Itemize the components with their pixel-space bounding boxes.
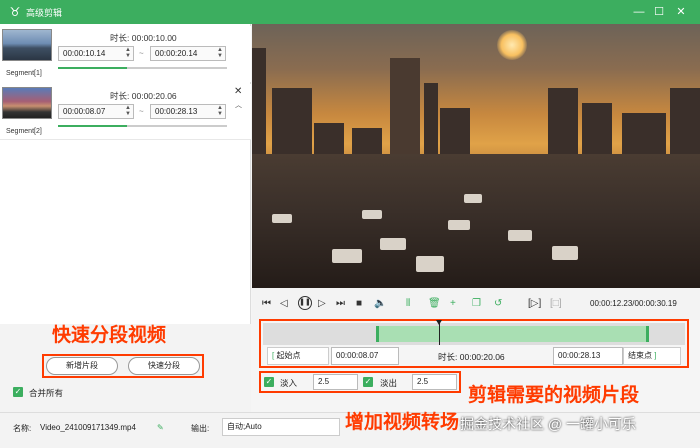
fade-out-input[interactable]: 2.5 (412, 374, 457, 390)
close-button[interactable]: ✕ (672, 4, 690, 20)
new-segment-button[interactable]: 新增片段 (46, 357, 118, 375)
split-icon[interactable]: ⫴ (406, 298, 410, 310)
car (332, 249, 362, 263)
segment-end-input[interactable]: 00:00:28.13 ▲ ▼ (150, 104, 226, 119)
trim-end-input[interactable]: 00:00:28.13 (553, 347, 623, 365)
volume-icon[interactable]: 🔈 (374, 298, 386, 310)
trim-duration: 时长: 00:00:20.06 (438, 352, 505, 362)
segment-progress (58, 125, 227, 127)
close-icon[interactable]: ✕ (234, 86, 242, 97)
chevron-up-icon[interactable]: ︿ (235, 100, 242, 110)
timeline-selection[interactable] (376, 326, 649, 342)
trim-row: [ 起始点 00:00:08.07 时长: 00:00:20.06 00:00:… (263, 347, 685, 365)
segment-end-input[interactable]: 00:00:20.14 ▲ ▼ (150, 46, 226, 61)
car (380, 238, 406, 250)
playback-controls: ⏮ ◁ ❚❚ ▷ ⏭ ■ 🔈 ⫴ 🗑 + ❐ ↺ [▷] [□] 00:00:1… (252, 288, 700, 320)
video-preview[interactable] (252, 24, 700, 288)
segment-thumbnail (2, 87, 52, 119)
car (362, 210, 382, 219)
segment-item[interactable]: Segment[1] 时长: 00:00:10.00 00:00:10.14 ▲ ▼… (0, 26, 251, 82)
annotation-edit-clip: 剪辑需要的视频片段 (468, 384, 640, 406)
video-road (252, 154, 700, 288)
car (464, 194, 482, 203)
quick-split-button[interactable]: 快速分段 (128, 357, 200, 375)
playhead[interactable] (436, 320, 442, 345)
maximize-button[interactable]: ☐ (650, 4, 668, 20)
title-bar: ♉ 高级剪辑 — ☐ ✕ (0, 0, 700, 24)
car (552, 246, 578, 260)
set-start-button[interactable]: [ 起始点 (267, 347, 329, 365)
skip-to-end-icon[interactable]: ⏭ (336, 298, 345, 310)
mark-in-icon[interactable]: [▷] (528, 298, 541, 310)
skip-to-start-icon[interactable]: ⏮ (262, 298, 271, 310)
segment-start-input[interactable]: 00:00:08.07 ▲ ▼ (58, 104, 134, 119)
watermark-text: 掘金技术社区 @ 一罐小可乐 (460, 416, 636, 432)
car (272, 214, 292, 223)
fade-out-label: 淡出 (380, 378, 398, 388)
annotation-add-fade: 增加视频转场 (345, 411, 460, 433)
step-forward-icon[interactable]: ▷ (318, 298, 326, 310)
step-back-icon[interactable]: ◁ (280, 298, 288, 310)
playback-time: 00:00:12.23/00:00:30.19 (590, 299, 677, 308)
car (416, 256, 444, 272)
file-name-label: 名称: (13, 424, 32, 433)
minimize-button[interactable]: — (630, 4, 648, 20)
merge-all-label: 合并所有 (29, 388, 64, 398)
copy-icon[interactable]: ❐ (472, 298, 481, 310)
segment-label: Segment[2] (6, 128, 42, 135)
segment-thumbnail (2, 29, 52, 61)
car (448, 220, 470, 230)
spinner-icon[interactable]: ▲ ▼ (217, 105, 223, 117)
segment-start-input[interactable]: 00:00:10.14 ▲ ▼ (58, 46, 134, 61)
output-label: 输出: (191, 424, 210, 433)
segment-label: Segment[1] (6, 70, 42, 77)
trim-start-input[interactable]: 00:00:08.07 (331, 347, 399, 365)
set-end-button[interactable]: 结束点 ] (623, 347, 681, 365)
spinner-icon[interactable]: ▲ ▼ (125, 105, 131, 117)
fade-out-checkbox[interactable]: ✓ (363, 377, 373, 387)
segment-duration: 时长: 00:00:20.06 (110, 91, 177, 101)
range-separator: ~ (139, 107, 144, 116)
spinner-icon[interactable]: ▲ ▼ (125, 47, 131, 59)
app-logo-icon: ♉ (9, 5, 21, 19)
undo-icon[interactable]: ↺ (494, 298, 502, 310)
video-sun (497, 30, 527, 60)
stop-icon[interactable]: ■ (356, 298, 362, 310)
mark-out-icon[interactable]: [□] (550, 298, 562, 310)
pause-icon[interactable]: ❚❚ (298, 296, 312, 310)
range-separator: ~ (139, 49, 144, 58)
segment-progress (58, 67, 227, 69)
fade-in-label: 淡入 (280, 378, 298, 388)
spinner-icon[interactable]: ▲ ▼ (217, 47, 223, 59)
annotation-quick-split: 快速分段视频 (52, 324, 167, 346)
segment-progress-fill (58, 67, 128, 69)
fade-in-checkbox[interactable]: ✓ (264, 377, 274, 387)
segment-duration: 时长: 00:00:10.00 (110, 33, 177, 43)
timeline-track[interactable] (263, 320, 685, 345)
segment-item[interactable]: Segment[2] 时长: 00:00:20.06 00:00:08.07 ▲ ▼… (0, 84, 251, 140)
output-select[interactable]: 自动;Auto (222, 418, 340, 436)
delete-icon[interactable]: 🗑 (428, 298, 441, 310)
merge-all-checkbox[interactable]: ✓ (13, 387, 23, 397)
edit-name-icon[interactable]: ✎ (157, 423, 164, 432)
add-icon[interactable]: + (450, 298, 456, 310)
car (508, 230, 532, 241)
window-title: 高级剪辑 (26, 8, 63, 18)
fade-in-input[interactable]: 2.5 (313, 374, 358, 390)
file-name-value: Video_241009171349.mp4 (40, 423, 136, 432)
segment-progress-fill (58, 125, 128, 127)
